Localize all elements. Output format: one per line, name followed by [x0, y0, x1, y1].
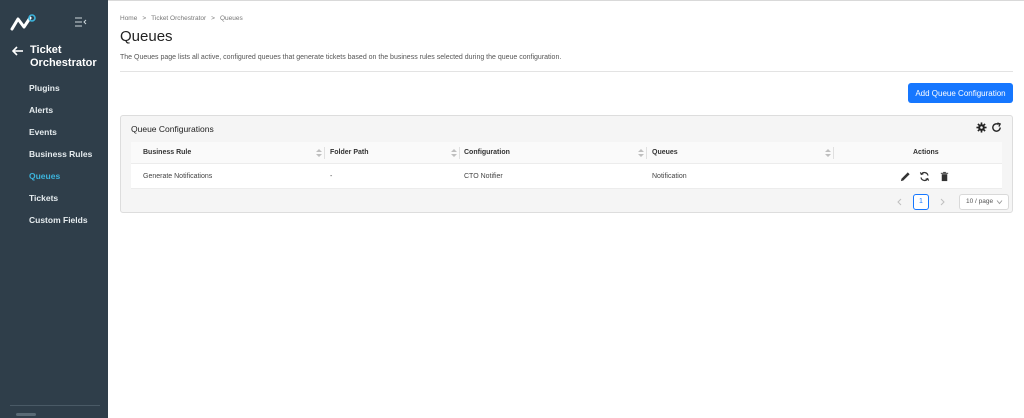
- sort-icon[interactable]: [638, 149, 644, 157]
- column-header-queues[interactable]: Queues: [652, 142, 678, 164]
- sort-icon[interactable]: [451, 149, 457, 157]
- card-toolbar: [976, 122, 1002, 133]
- breadcrumb-queues: Queues: [219, 15, 243, 22]
- page-title: Queues: [120, 28, 173, 45]
- sidebar-item-alerts[interactable]: Alerts: [0, 99, 108, 121]
- section-title: Ticket Orchestrator: [30, 44, 97, 69]
- edit-icon[interactable]: [900, 171, 911, 182]
- column-label: Configuration: [464, 149, 510, 156]
- cell-business-rule: Generate Notifications: [143, 173, 213, 180]
- sidebar-item-business-rules[interactable]: Business Rules: [0, 143, 108, 165]
- column-divider: [646, 147, 647, 159]
- gear-icon[interactable]: [976, 122, 987, 133]
- column-divider: [324, 147, 325, 159]
- breadcrumb: Home > Ticket Orchestrator > Queues: [120, 15, 243, 22]
- breadcrumb-separator: >: [211, 15, 215, 22]
- cell-queues: Notification: [652, 173, 687, 180]
- header-divider: [120, 71, 1013, 72]
- column-label: Business Rule: [143, 149, 192, 156]
- breadcrumb-home[interactable]: Home: [120, 15, 137, 22]
- sort-icon[interactable]: [825, 149, 831, 157]
- queue-table: Business Rule Folder Path Configuration …: [131, 142, 1002, 189]
- card-header: Queue Configurations: [121, 116, 1012, 141]
- next-page-icon[interactable]: [937, 197, 947, 207]
- sidebar-item-tickets[interactable]: Tickets: [0, 187, 108, 209]
- page-size-value: 10 / page: [966, 198, 994, 205]
- breadcrumb-ticket-orchestrator[interactable]: Ticket Orchestrator: [151, 15, 206, 22]
- column-label: Actions: [913, 149, 939, 156]
- pagination: 1 10 / page: [895, 194, 1009, 210]
- column-header-business-rule[interactable]: Business Rule: [143, 142, 191, 164]
- column-label: Queues: [652, 149, 678, 156]
- sidebar-footer-item[interactable]: [16, 413, 36, 416]
- sidebar-item-events[interactable]: Events: [0, 121, 108, 143]
- top-border: [108, 0, 1024, 1]
- delete-icon[interactable]: [939, 171, 950, 182]
- page-description: The Queues page lists all active, config…: [120, 54, 562, 61]
- arrow-left-icon: [12, 46, 23, 56]
- card-title: Queue Configurations: [131, 124, 214, 134]
- sidebar-item-queues[interactable]: Queues: [0, 165, 108, 187]
- sidebar-nav: Plugins Alerts Events Business Rules Que…: [0, 77, 108, 231]
- table-row[interactable]: Generate Notifications - CTO Notifier No…: [131, 164, 1002, 189]
- column-divider: [833, 147, 834, 159]
- refresh-icon[interactable]: [991, 122, 1002, 133]
- page-number-button[interactable]: 1: [913, 194, 929, 210]
- page-size-select[interactable]: 10 / page: [959, 194, 1009, 210]
- sort-icon[interactable]: [316, 149, 322, 157]
- sync-icon[interactable]: [919, 171, 930, 182]
- table-header: Business Rule Folder Path Configuration …: [131, 142, 1002, 164]
- back-to-ticket-orchestrator[interactable]: Ticket Orchestrator: [12, 44, 100, 70]
- sidebar-item-plugins[interactable]: Plugins: [0, 77, 108, 99]
- chevron-down-icon: [996, 200, 1003, 205]
- sidebar-item-custom-fields[interactable]: Custom Fields: [0, 209, 108, 231]
- cell-configuration: CTO Notifier: [464, 173, 503, 180]
- sidebar-footer-divider: [10, 405, 100, 406]
- column-divider: [459, 147, 460, 159]
- app-logo-icon[interactable]: [10, 14, 36, 32]
- cell-folder-path: -: [330, 173, 333, 180]
- column-header-configuration[interactable]: Configuration: [464, 142, 510, 164]
- sidebar: Ticket Orchestrator Plugins Alerts Event…: [0, 0, 108, 418]
- previous-page-icon[interactable]: [895, 197, 905, 207]
- collapse-sidebar-icon[interactable]: [75, 17, 87, 27]
- breadcrumb-separator: >: [142, 15, 147, 22]
- column-header-actions: Actions: [913, 142, 939, 164]
- column-header-folder-path[interactable]: Folder Path: [330, 142, 369, 164]
- column-label: Folder Path: [330, 149, 369, 156]
- add-queue-configuration-button[interactable]: Add Queue Configuration: [908, 83, 1013, 103]
- queue-configurations-card: Queue Configurations Business Rule Folde…: [120, 115, 1013, 213]
